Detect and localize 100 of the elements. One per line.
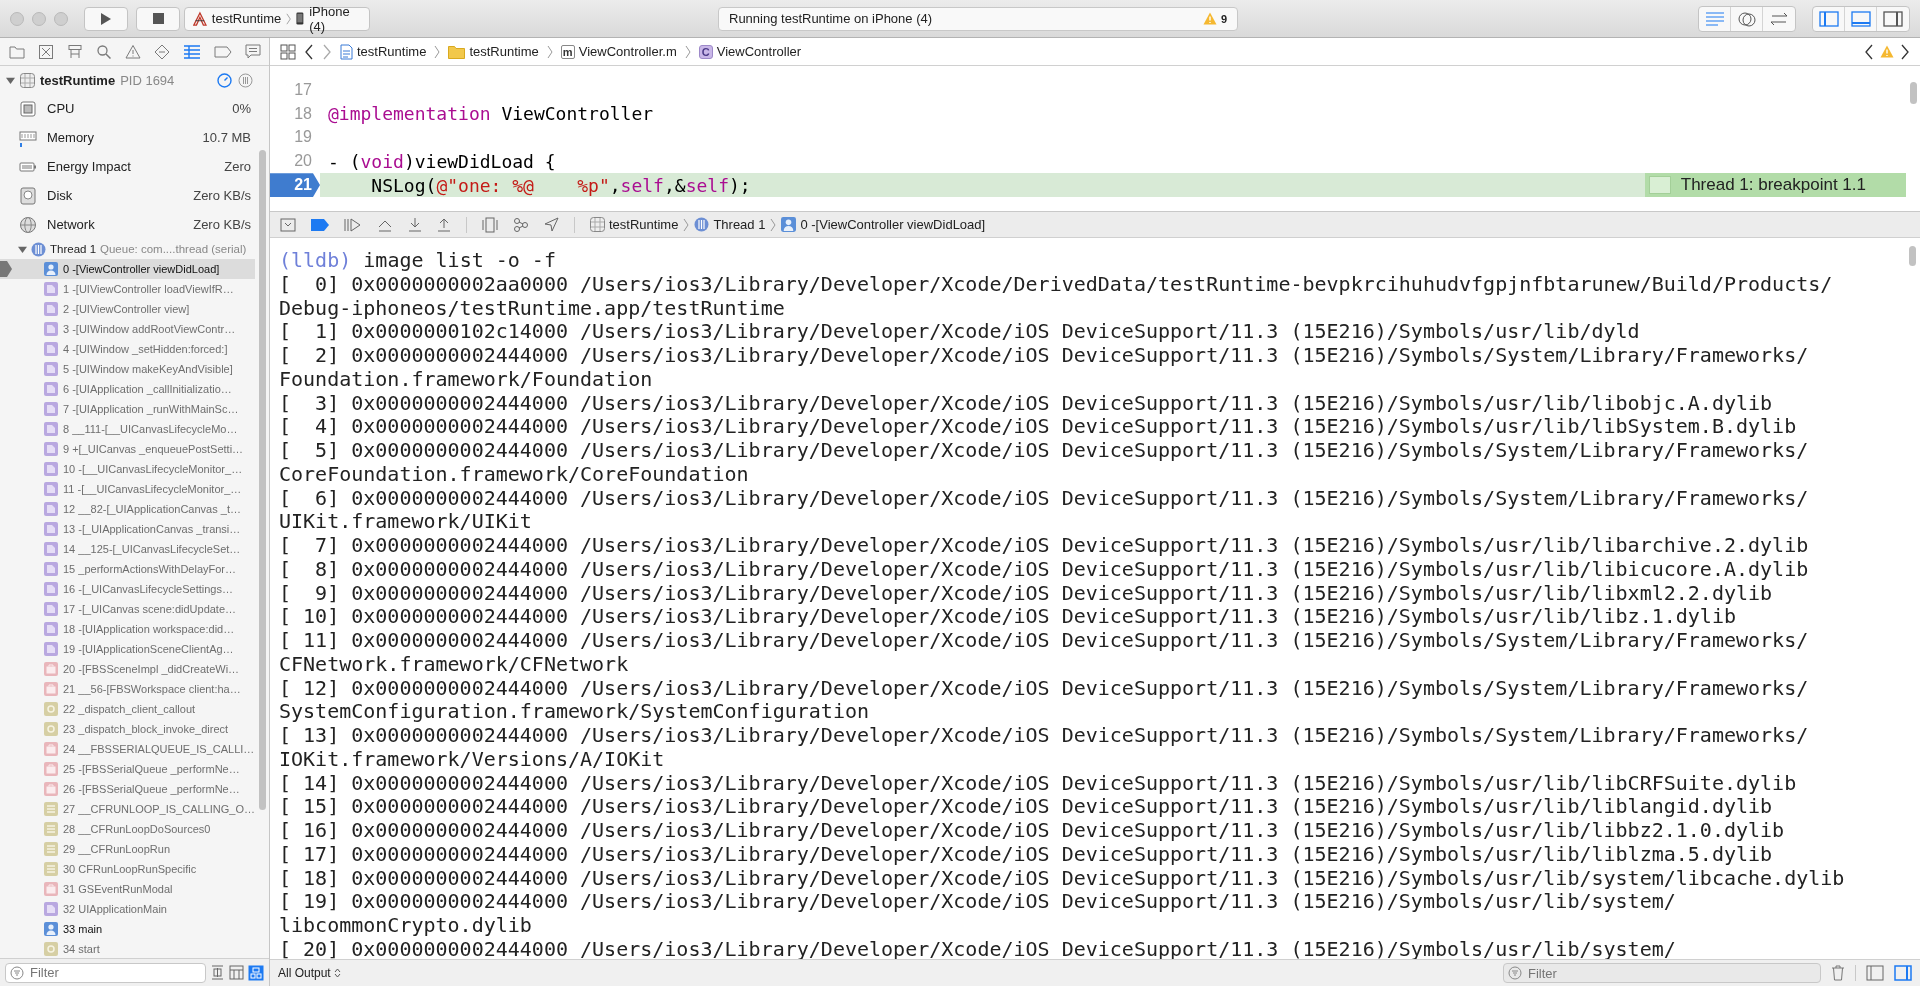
console-line: [ 10] 0x0000000002444000 /Users/ios3/Library/Developer/Xcode/iOS DeviceSupport/11.3 (15E216)/Symbols/usr/lib/libz.1.dylib [279,605,1736,629]
stack-frame[interactable]: 10 -[__UICanvasLifecycleMonitor_… [0,459,255,479]
stack-frame[interactable]: 18 -[UIApplication workspace:did… [0,619,255,639]
briefcase-icon [44,882,58,896]
console-line: [ 4] 0x0000000002444000 /Users/ios3/Library/Developer/Xcode/iOS DeviceSupport/11.3 (15E216)/Symbols/usr/lib/libSystem.B.dylib [279,415,1797,439]
console-view-toggle[interactable] [1894,965,1912,981]
gauge-icon[interactable] [217,72,232,88]
gauge-value: Zero KB/s [193,188,251,203]
stack-frame[interactable]: 19 -[UIApplicationSceneClientAg… [0,639,255,659]
location-arrow-icon [544,217,559,232]
navigator-tab[interactable] [122,42,143,61]
stack-frame[interactable]: 15 _performActionsWithDelayFor… [0,559,255,579]
stack-frame[interactable]: 23 _dispatch_block_invoke_direct [0,719,255,739]
stack-frame[interactable]: 29 __CFRunLoopRun [0,839,255,859]
output-selector[interactable]: All Output [278,966,341,980]
stack-frame[interactable]: 13 -[_UIApplicationCanvas _transi… [0,519,255,539]
back-icon[interactable] [304,43,314,60]
hierarchy-icon[interactable] [229,965,244,980]
stack-frame[interactable]: 1 -[UIViewController loadViewIfR… [0,279,255,299]
stack-frame[interactable]: 14 __125-[_UICanvasLifecycleSet… [0,539,255,559]
frame-label: 34 start [63,943,100,955]
breadcrumb[interactable]: m ViewController.m [560,44,677,59]
breakpoints-button[interactable] [311,218,329,231]
breadcrumb[interactable]: 0 -[ViewController viewDidLoad] [781,217,986,232]
gauge-row[interactable]: Network Zero KB/s [0,210,269,239]
play-icon [100,11,112,26]
frame-label: 33 main [63,923,103,935]
disclosure-triangle[interactable] [6,75,15,85]
stack-frame[interactable]: 28 __CFRunLoopDoSources0 [0,819,255,839]
stack-frame[interactable]: 20 -[FBSSceneImpl _didCreateWi… [0,659,255,679]
stack-frame[interactable]: 12 __82-[_UIApplicationCanvas _t… [0,499,255,519]
gauge-row[interactable]: Disk Zero KB/s [0,181,269,210]
tray-icon [280,217,296,232]
stack-frame[interactable]: 0 -[ViewController viewDidLoad] [0,259,255,279]
stack-frame[interactable]: 25 -[FBSSerialQueue _performNe… [0,759,255,779]
thread-icon[interactable] [238,72,253,88]
left-panel-icon [1818,10,1839,27]
breadcrumb[interactable]: testRuntime [448,44,539,59]
grid-icon[interactable] [280,43,296,60]
view-debugger-button[interactable] [482,216,498,233]
stack-frame[interactable]: 8 __111-[__UICanvasLifecycleMo… [0,419,255,439]
frame-label: 5 -[UIWindow makeKeyAndVisible] [63,363,233,375]
stack-frame[interactable]: 9 +[_UICanvas _enqueuePostSetti… [0,439,255,459]
stack-frame[interactable]: 33 main [0,919,255,939]
square-icon [44,602,58,616]
navigator-tab[interactable] [211,43,234,60]
disclosure-triangle[interactable] [18,244,27,254]
stack-frame[interactable]: 4 -[UIWindow _setHidden:forced:] [0,339,255,359]
trash-button[interactable] [1831,965,1845,981]
location-button[interactable] [544,217,559,232]
stack-frame[interactable]: 5 -[UIWindow makeKeyAndVisible] [0,359,255,379]
folder-icon [448,44,466,59]
stack-frame[interactable]: 17 -[_UICanvas scene:didUpdate… [0,599,255,619]
memory-graph-button[interactable] [513,216,529,233]
gauge-row[interactable]: Memory 10.7 MB [0,123,269,152]
continue-button[interactable] [344,217,362,232]
gauge-value: 0% [232,101,251,116]
stack-frame[interactable]: 32 UIApplicationMain [0,899,255,919]
grid-icon[interactable] [248,964,264,981]
console-line: [ 13] 0x0000000002444000 /Users/ios3/Library/Developer/Xcode/iOS DeviceSupport/11.3 (15E216)/Symbols/System/Library/Frameworks/ [279,724,1809,748]
navigator-tab[interactable] [242,42,263,61]
run-button[interactable] [84,6,128,31]
stack-frame[interactable]: 27 __CFRUNLOOP_IS_CALLING_O… [0,799,255,819]
breadcrumb[interactable]: testRuntime [340,43,427,60]
stack-frame[interactable]: 31 GSEventRunModal [0,879,255,899]
stack-frame[interactable]: 16 -[_UICanvasLifecycleSettings… [0,579,255,599]
stack-frame[interactable]: 26 -[FBSSerialQueue _performNe… [0,779,255,799]
step-out-button[interactable] [437,217,451,232]
stack-frame[interactable]: 7 -[UIApplication _runWithMainSc… [0,399,255,419]
filter-field[interactable]: Filter [1503,963,1821,983]
gauge-row[interactable]: Energy Impact Zero [0,152,269,181]
forward-icon[interactable] [1900,43,1910,60]
document-icon [340,43,353,60]
square-icon [44,542,58,556]
hide-console-button[interactable] [280,217,296,232]
gauge-row[interactable]: CPU 0% [0,94,269,123]
breadcrumb[interactable]: C ViewController [698,44,802,59]
stack-frame[interactable]: 22 _dispatch_client_callout [0,699,255,719]
stack-frame[interactable]: 11 -[__UICanvasLifecycleMonitor_… [0,479,255,499]
breadcrumb[interactable]: testRuntime [590,217,679,232]
stack-frame[interactable]: 34 start [0,939,255,958]
stack-frame[interactable]: 30 CFRunLoopRunSpecific [0,859,255,879]
battery-icon [19,160,37,173]
step-into-button[interactable] [408,217,422,232]
filter-field[interactable]: Filter [5,962,206,983]
stop-icon [152,13,164,24]
lines-icon [44,822,58,836]
breadcrumb[interactable]: Thread 1 [694,217,766,232]
variables-view-toggle[interactable] [1866,965,1884,981]
back-icon[interactable] [1864,43,1874,60]
stack-frame[interactable]: 2 -[UIViewController view] [0,299,255,319]
stack-frame[interactable]: 3 -[UIWindow addRootViewContr… [0,319,255,339]
stop-button[interactable] [136,6,180,31]
stack-frame[interactable]: 6 -[UIApplication _callInitializatio… [0,379,255,399]
briefcase-icon [44,762,58,776]
process-id: PID 1694 [120,72,175,88]
bracket-icon[interactable] [210,965,225,980]
briefcase-icon [44,742,58,756]
stack-frame[interactable]: 21 __56-[FBSWorkspace client:ha… [0,679,255,699]
stack-frame[interactable]: 24 __FBSSERIALQUEUE_IS_CALLI… [0,739,255,759]
